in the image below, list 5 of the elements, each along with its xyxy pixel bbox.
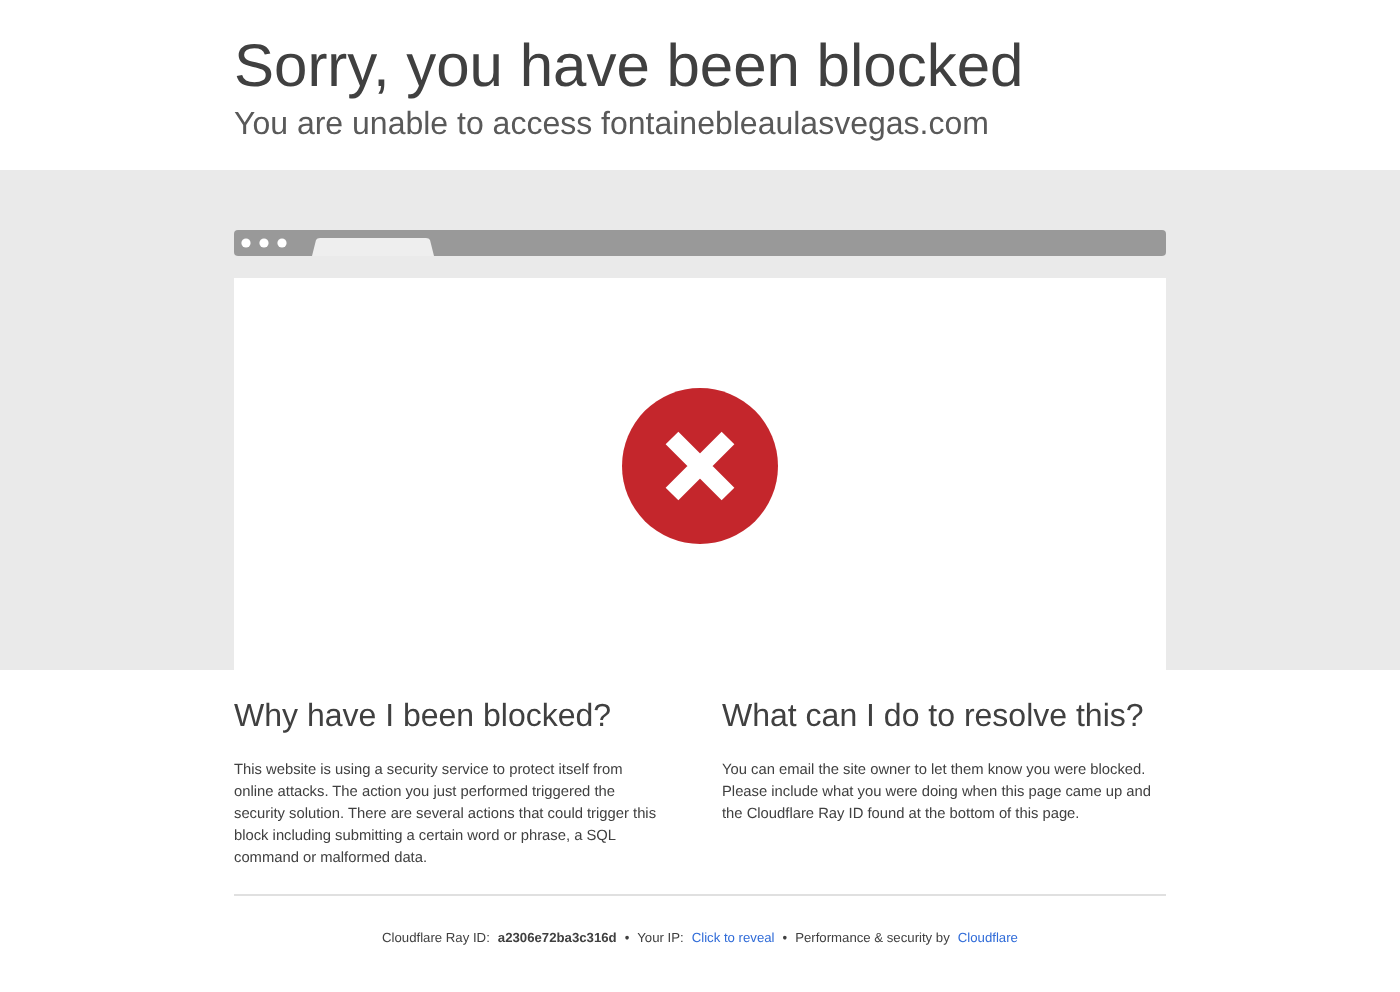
error-icon [622, 388, 778, 544]
section-heading: What can I do to resolve this? [722, 698, 1146, 738]
section-heading: Why have I been blocked? [234, 698, 614, 738]
page-title: Sorry, you have been blocked [234, 32, 1026, 104]
page-subtitle: You are unable to access fontainebleaulasvegas.com [234, 106, 991, 146]
